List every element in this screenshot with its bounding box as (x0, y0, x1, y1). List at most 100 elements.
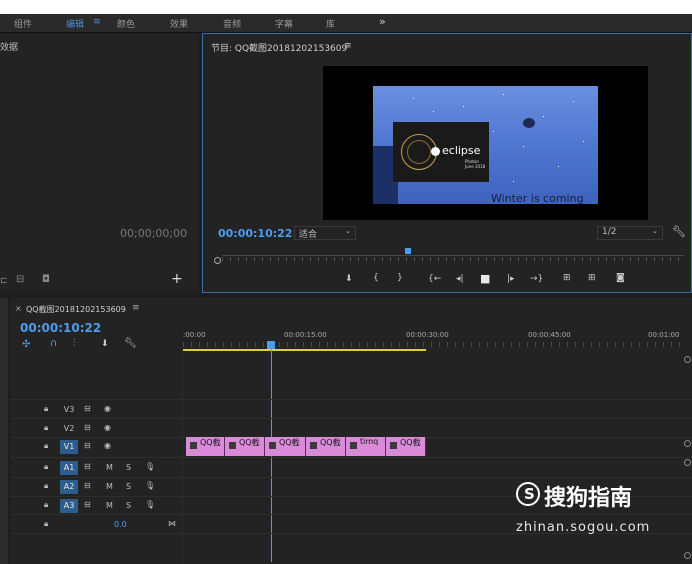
microphone-icon[interactable]: 🎙︎ (145, 500, 155, 509)
insert-icon[interactable]: ⊏ (0, 276, 8, 286)
nest-icon[interactable]: ✣ (22, 339, 30, 350)
workspace-audio[interactable]: 音频 (223, 17, 241, 30)
workspace-effects[interactable]: 效果 (170, 17, 188, 30)
workspace-assembly[interactable]: 组件 (14, 17, 32, 30)
clip[interactable]: QQ截 (265, 437, 306, 456)
workspace-menu-icon[interactable]: ≡ (93, 17, 101, 27)
playhead-handle[interactable] (267, 341, 275, 349)
track-label[interactable]: A2 (60, 480, 78, 494)
resolution-dropdown[interactable]: 1/2 ⌄ (597, 226, 663, 240)
sync-icon[interactable]: ⊟ (84, 462, 91, 471)
clip[interactable]: QQ截 (386, 437, 426, 456)
program-timecode[interactable]: 00:00:10:22 (218, 227, 292, 240)
program-title: 节目: QQ截图20181202153609 (211, 44, 348, 54)
solo-button[interactable]: S (126, 501, 131, 510)
lock-icon[interactable]: 🔒︎ (44, 481, 48, 491)
eclipse-splash: eclipse Photon June 2018 (393, 122, 489, 182)
sync-icon[interactable]: ⊟ (84, 404, 91, 413)
tab-close-icon[interactable]: × (15, 304, 22, 313)
solo-button[interactable]: S (126, 463, 131, 472)
go-to-in-icon[interactable]: {← (428, 274, 441, 284)
eye-icon[interactable]: ◉ (104, 404, 111, 413)
add-button[interactable]: + (171, 271, 183, 287)
fx-icon (229, 442, 236, 449)
sync-icon[interactable]: ⊟ (84, 481, 91, 490)
track-label[interactable]: V2 (60, 424, 78, 433)
timeline-wrench-icon[interactable]: 🔧︎ (124, 338, 137, 349)
snap-icon[interactable]: ∩ (50, 338, 57, 349)
stop-icon[interactable]: ■ (480, 272, 490, 285)
eclipse-logo-icon (431, 147, 440, 156)
sync-icon[interactable]: ⊟ (84, 423, 91, 432)
watermark-url: zhinan.sogou.com (516, 520, 651, 535)
source-title: 效据 (0, 43, 19, 53)
step-forward-icon[interactable]: |▸ (507, 274, 515, 284)
microphone-icon[interactable]: 🎙︎ (145, 462, 155, 471)
mute-button[interactable]: M (106, 463, 113, 472)
mark-out-icon[interactable]: } (397, 273, 403, 283)
scrub-start-icon[interactable] (214, 257, 221, 264)
workspace-overflow[interactable]: » (379, 15, 386, 28)
workspace-color[interactable]: 颜色 (117, 17, 135, 30)
microphone-icon[interactable]: 🎙︎ (145, 481, 155, 490)
lock-icon[interactable]: 🔒︎ (44, 462, 48, 472)
sequence-menu-icon[interactable]: ≡ (132, 303, 140, 313)
fx-icon (190, 442, 197, 449)
track-label[interactable]: A3 (60, 499, 78, 513)
sequence-tab[interactable]: QQ截图20181202153609 (26, 304, 126, 315)
wrench-icon[interactable]: 🔧︎ (672, 225, 686, 238)
lock-icon[interactable]: 🔒︎ (44, 423, 48, 433)
program-menu-icon[interactable]: ≡ (344, 41, 352, 51)
mark-in-icon[interactable]: { (373, 273, 379, 283)
fx-icon (350, 442, 357, 449)
go-to-end-icon[interactable]: ⋈ (168, 519, 176, 528)
clip[interactable]: QQ截 (306, 437, 346, 456)
extract-icon[interactable]: ⊞ (588, 273, 596, 283)
go-to-out-icon[interactable]: →} (530, 274, 543, 284)
fit-dropdown[interactable]: 适合 ⌄ (294, 226, 356, 240)
master-volume[interactable]: 0.0 (114, 520, 127, 529)
lock-icon[interactable]: 🔒︎ (44, 500, 48, 510)
step-back-icon[interactable]: ◂| (456, 274, 464, 284)
camera-icon[interactable]: ◘ (42, 274, 50, 285)
workspace-editing[interactable]: 编辑 (66, 17, 84, 30)
add-marker-icon[interactable]: ⬇ (345, 274, 353, 284)
eye-icon[interactable]: ◉ (104, 423, 111, 432)
mute-button[interactable]: M (106, 482, 113, 491)
track-header-a3: 🔒︎ A3 ⊟ M S 🎙︎ (10, 497, 182, 515)
sync-icon[interactable]: ⊟ (84, 500, 91, 509)
linked-selection-icon[interactable]: ⫶ (73, 338, 76, 349)
scrub-playhead[interactable] (405, 248, 411, 254)
resolution-label: 1/2 (602, 227, 617, 237)
scroll-handle[interactable] (684, 356, 691, 363)
top-margin (0, 0, 692, 14)
clip[interactable]: timq (346, 437, 386, 456)
add-marker-icon[interactable]: ⬇ (101, 339, 109, 349)
lock-icon[interactable]: 🔒︎ (44, 519, 48, 529)
scroll-handle[interactable] (684, 440, 691, 447)
fx-icon (269, 442, 276, 449)
desktop-icon (523, 118, 535, 128)
workspace-titles[interactable]: 字幕 (275, 17, 293, 30)
track-label[interactable]: V3 (60, 405, 78, 414)
clip[interactable]: QQ截 (186, 437, 225, 456)
sync-icon[interactable]: ⊟ (84, 441, 91, 450)
workspace-libraries[interactable]: 库 (326, 17, 335, 30)
solo-button[interactable]: S (126, 482, 131, 491)
mute-button[interactable]: M (106, 501, 113, 510)
track-label[interactable]: A1 (60, 461, 78, 475)
eye-icon[interactable]: ◉ (104, 441, 111, 450)
scroll-handle[interactable] (684, 552, 691, 559)
lock-icon[interactable]: 🔒︎ (44, 404, 48, 414)
lift-icon[interactable]: ⊞ (563, 273, 571, 283)
timeline-timecode[interactable]: 00:00:10:22 (20, 321, 101, 335)
scroll-handle[interactable] (684, 459, 691, 466)
scrub-track[interactable] (222, 255, 684, 256)
work-area-bar[interactable] (183, 349, 426, 351)
clip[interactable]: QQ截 (225, 437, 265, 456)
workspace-bar: 组件 编辑 ≡ 颜色 效果 音频 字幕 库 » (0, 14, 692, 33)
track-label[interactable]: V1 (60, 440, 78, 454)
overwrite-icon[interactable]: ⊟ (16, 274, 24, 285)
export-frame-icon[interactable]: ◙ (616, 273, 625, 283)
lock-icon[interactable]: 🔒︎ (44, 441, 48, 451)
